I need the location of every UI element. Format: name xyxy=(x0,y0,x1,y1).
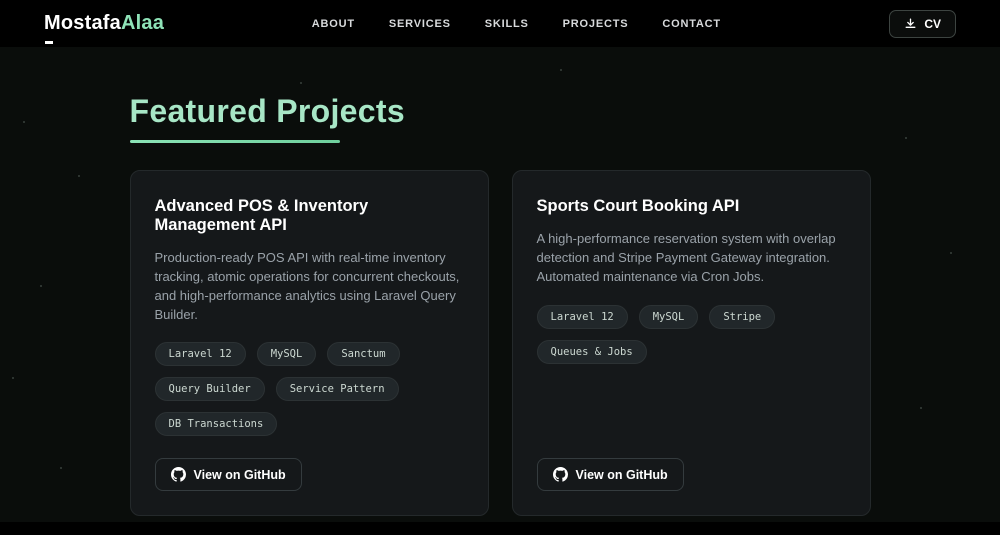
nav-link-skills[interactable]: SKILLS xyxy=(485,18,529,30)
project-card-court-booking: Sports Court Booking API A high-performa… xyxy=(511,170,871,517)
star-speck xyxy=(60,467,62,469)
tech-tag: Service Pattern xyxy=(275,377,399,402)
project-description: A high-performance reservation system wi… xyxy=(536,231,836,284)
main-navigation: ABOUT SERVICES SKILLS PROJECTS CONTACT xyxy=(312,18,721,30)
github-button-label: View on GitHub xyxy=(575,467,668,482)
cv-download-button[interactable]: CV xyxy=(889,9,956,38)
star-speck xyxy=(905,137,907,139)
section-title: Featured Projects xyxy=(129,93,405,129)
project-card-pos-inventory: Advanced POS & Inventory Management API … xyxy=(129,170,489,517)
section-title-underline xyxy=(129,140,340,143)
star-speck xyxy=(78,175,80,177)
star-speck xyxy=(12,377,14,379)
tech-tags: Laravel 12 MySQL Sanctum Query Builder S… xyxy=(154,342,464,437)
nav-link-about[interactable]: ABOUT xyxy=(312,18,355,30)
tech-tag: DB Transactions xyxy=(154,412,278,437)
nav-link-projects[interactable]: PROJECTS xyxy=(563,18,629,30)
download-icon xyxy=(904,17,917,30)
star-speck xyxy=(950,252,952,254)
logo-first-name: Mostafa xyxy=(44,12,121,34)
star-speck xyxy=(920,407,922,409)
tech-tag: Sanctum xyxy=(327,342,400,367)
project-title: Advanced POS & Inventory Management API xyxy=(154,197,369,234)
github-icon xyxy=(170,467,186,483)
github-icon xyxy=(552,467,568,483)
project-title: Sports Court Booking API xyxy=(536,197,740,215)
tech-tag: Laravel 12 xyxy=(154,342,246,367)
tech-tag: MySQL xyxy=(256,342,317,367)
nav-link-services[interactable]: SERVICES xyxy=(389,18,451,30)
tech-tag: Stripe xyxy=(709,304,776,329)
navbar: MostafaAlaa ABOUT SERVICES SKILLS PROJEC… xyxy=(0,0,1000,47)
cv-button-label: CV xyxy=(924,16,941,31)
projects-section: Featured Projects Advanced POS & Invento… xyxy=(0,47,1000,522)
project-description: Production-ready POS API with real-time … xyxy=(154,250,460,322)
star-speck xyxy=(23,121,25,123)
view-on-github-button[interactable]: View on GitHub xyxy=(536,458,684,492)
tech-tags: Laravel 12 MySQL Stripe Queues & Jobs xyxy=(536,304,846,364)
view-on-github-button[interactable]: View on GitHub xyxy=(154,458,302,492)
nav-link-contact[interactable]: CONTACT xyxy=(662,18,721,30)
footer-strip xyxy=(0,522,1000,535)
tech-tag: Query Builder xyxy=(154,377,265,402)
github-button-label: View on GitHub xyxy=(193,467,286,482)
star-speck xyxy=(40,285,42,287)
logo-typing-cursor xyxy=(45,41,53,44)
project-cards: Advanced POS & Inventory Management API … xyxy=(129,170,871,517)
tech-tag: Laravel 12 xyxy=(536,304,628,329)
logo-last-name: Alaa xyxy=(120,12,165,34)
site-logo[interactable]: MostafaAlaa xyxy=(44,12,165,44)
tech-tag: MySQL xyxy=(638,304,699,329)
tech-tag: Queues & Jobs xyxy=(536,339,647,364)
